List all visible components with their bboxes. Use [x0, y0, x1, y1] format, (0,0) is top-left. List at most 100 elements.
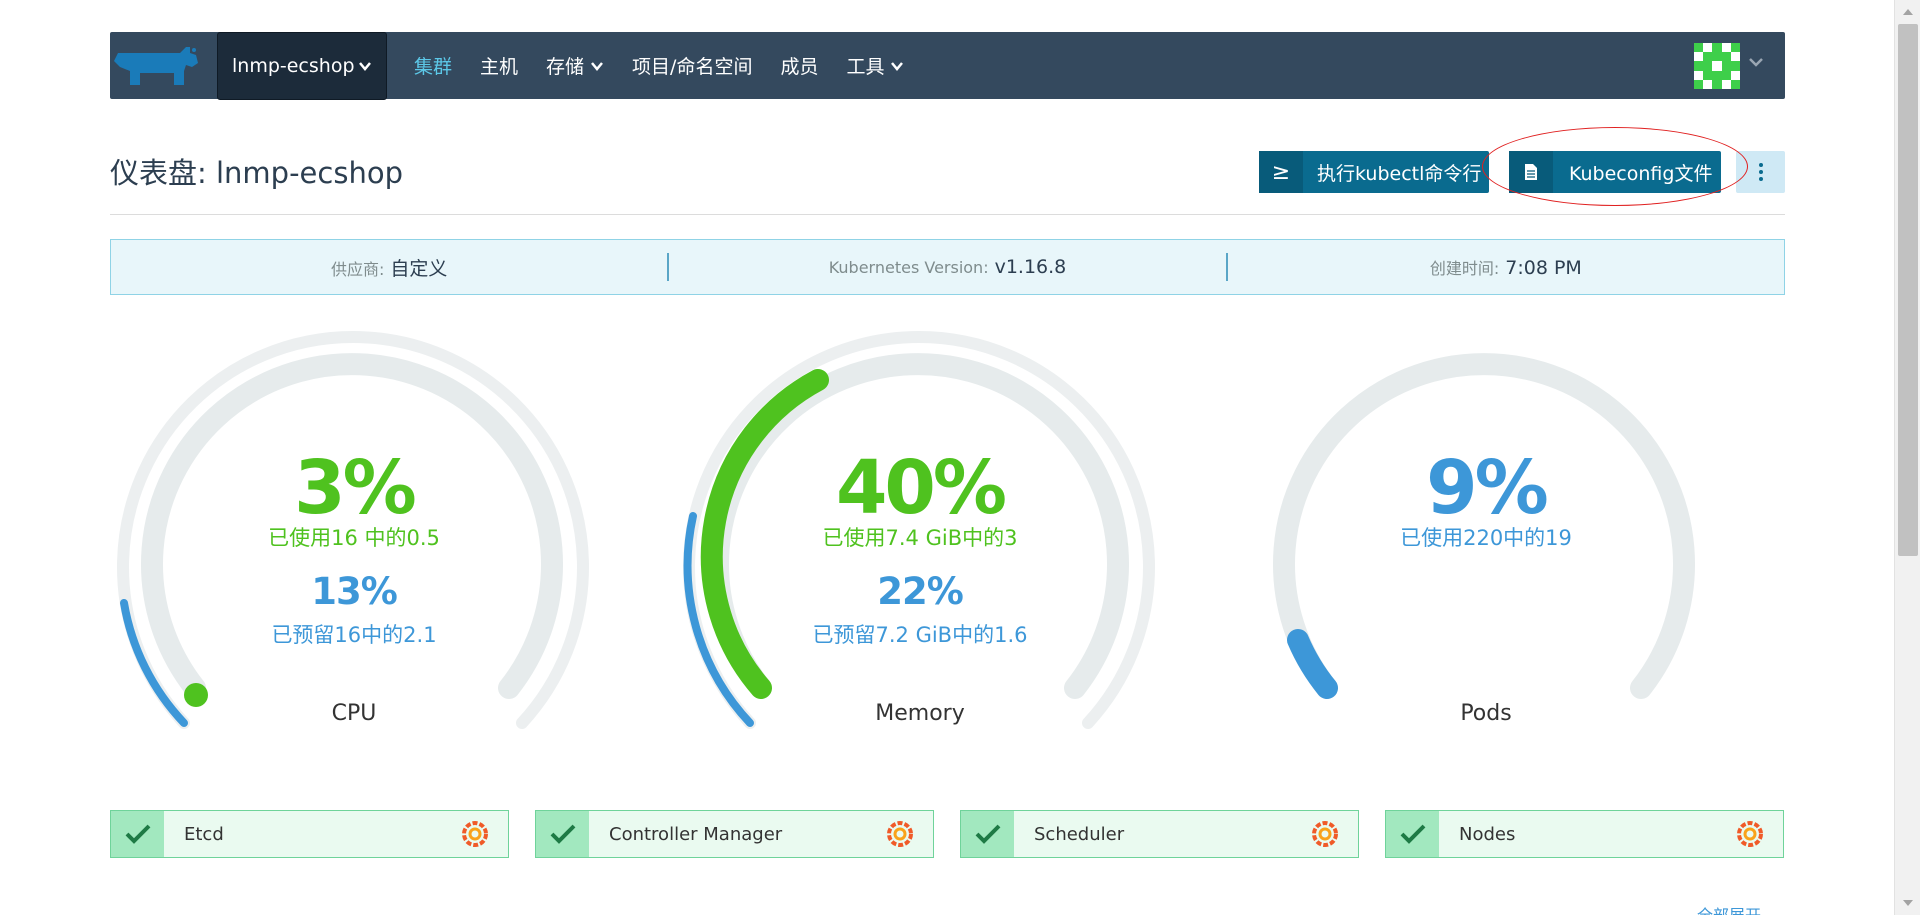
- version-key: Kubernetes Version:: [828, 258, 989, 277]
- kubeconfig-file-button[interactable]: Kubeconfig文件: [1509, 151, 1721, 193]
- cpu-gauge: 3% 已使用16 中的0.5 13% 已预留16中的2.1 CPU: [104, 315, 604, 735]
- chevron-down-icon: [891, 61, 904, 71]
- created-key: 创建时间:: [1429, 259, 1500, 278]
- more-actions-button[interactable]: [1736, 151, 1785, 193]
- nav-item-projects[interactable]: 项目/命名空间: [618, 52, 766, 79]
- avatar-cell: [1694, 79, 1704, 89]
- pods-label: Pods: [1460, 701, 1512, 726]
- kebab-icon: [1758, 163, 1763, 181]
- chevron-down-icon[interactable]: [1748, 56, 1764, 68]
- avatar-cell: [1721, 61, 1731, 71]
- kubectl-shell-button[interactable]: ≥ 执行kubectl命令行: [1259, 151, 1489, 193]
- rancher-logo-icon[interactable]: [110, 43, 202, 90]
- avatar-cell: [1721, 70, 1731, 80]
- avatar-cell: [1703, 61, 1713, 71]
- user-avatar[interactable]: [1694, 43, 1740, 89]
- avatar-cell: [1730, 79, 1740, 89]
- avatar-cell: [1712, 43, 1722, 53]
- avatar-cell: [1703, 52, 1713, 62]
- terminal-icon: ≥: [1259, 151, 1303, 193]
- avatar-cell: [1694, 52, 1704, 62]
- memory-label: Memory: [875, 701, 965, 726]
- nav-label: 工具: [846, 56, 885, 78]
- cluster-info-bar: 供应商: 自定义 Kubernetes Version: v1.16.8 创建时间:…: [110, 239, 1785, 295]
- memory-gauge: 40% 已使用7.4 GiB中的3 22% 已预留7.2 GiB中的1.6 Me…: [670, 315, 1170, 735]
- avatar-cell: [1703, 79, 1713, 89]
- kubectl-label: 执行kubectl命令行: [1317, 162, 1482, 185]
- page-title: 仪表盘: lnmp-ecshop: [110, 156, 403, 190]
- component-name: Nodes: [1459, 823, 1516, 845]
- nav-label: 成员: [780, 56, 819, 78]
- avatar-cell: [1694, 43, 1704, 53]
- nav-label: 存储: [546, 56, 585, 78]
- provider-info: 供应商: 自定义: [111, 254, 667, 281]
- cluster-name: lnmp-ecshop: [232, 55, 355, 77]
- avatar-cell: [1721, 79, 1731, 89]
- grafana-icon[interactable]: [460, 819, 490, 849]
- avatar-cell: [1730, 70, 1740, 80]
- pods-used-text: 已使用220中的19: [1400, 526, 1572, 550]
- cpu-label: CPU: [331, 701, 377, 726]
- cpu-reserved-percent: 13%: [311, 570, 398, 613]
- avatar-cell: [1694, 61, 1704, 71]
- nav-menu: 集群 主机 存储 项目/命名空间 成员 工具: [400, 32, 918, 99]
- avatar-cell: [1721, 43, 1731, 53]
- check-icon: [1386, 811, 1439, 857]
- created-info: 创建时间: 7:08 PM: [1228, 255, 1784, 279]
- nav-item-storage[interactable]: 存储: [532, 52, 618, 79]
- kubeconfig-label: Kubeconfig文件: [1569, 162, 1713, 185]
- scroll-up-arrow-icon[interactable]: [1900, 6, 1916, 18]
- avatar-cell: [1730, 52, 1740, 62]
- avatar-cell: [1712, 79, 1722, 89]
- provider-value: 自定义: [390, 257, 448, 280]
- cluster-selector[interactable]: lnmp-ecshop: [217, 32, 387, 100]
- avatar-cell: [1712, 52, 1722, 62]
- grafana-icon[interactable]: [885, 819, 915, 849]
- provider-key: 供应商:: [330, 259, 385, 279]
- file-icon: [1509, 151, 1553, 193]
- avatar-cell: [1721, 52, 1731, 62]
- nav-label: 项目/命名空间: [632, 56, 753, 78]
- memory-reserved-percent: 22%: [877, 570, 964, 613]
- scroll-down-arrow-icon[interactable]: [1900, 897, 1916, 909]
- component-name: Scheduler: [1034, 823, 1125, 845]
- component-status-nodes[interactable]: Nodes: [1385, 810, 1784, 858]
- avatar-cell: [1712, 70, 1722, 80]
- pods-gauge: 9% 已使用220中的19 Pods: [1236, 315, 1736, 735]
- version-value: v1.16.8: [994, 256, 1067, 278]
- divider: [110, 214, 1785, 215]
- memory-reserved-text: 已预留7.2 GiB中的1.6: [812, 623, 1028, 647]
- component-name: Controller Manager: [609, 823, 783, 845]
- chevron-down-icon: [591, 61, 604, 71]
- cpu-used-text: 已使用16 中的0.5: [268, 526, 440, 550]
- check-icon: [961, 811, 1014, 857]
- chevron-down-icon: [359, 62, 371, 71]
- avatar-cell: [1712, 61, 1722, 71]
- component-name: Etcd: [184, 823, 224, 845]
- nav-label: 集群: [414, 56, 453, 78]
- expand-all-link[interactable]: 全部展开: [1697, 902, 1761, 915]
- nav-item-hosts[interactable]: 主机: [466, 52, 532, 79]
- created-value: 7:08 PM: [1505, 257, 1582, 279]
- avatar-cell: [1694, 70, 1704, 80]
- component-status-scheduler[interactable]: Scheduler: [960, 810, 1359, 858]
- component-status-etcd[interactable]: Etcd: [110, 810, 509, 858]
- grafana-icon[interactable]: [1310, 819, 1340, 849]
- component-status-controller-manager[interactable]: Controller Manager: [535, 810, 934, 858]
- avatar-cell: [1730, 61, 1740, 71]
- nav-item-cluster[interactable]: 集群: [400, 52, 466, 79]
- nav-item-members[interactable]: 成员: [766, 52, 832, 79]
- memory-used-text: 已使用7.4 GiB中的3: [822, 526, 1018, 550]
- check-icon: [536, 811, 589, 857]
- avatar-cell: [1703, 43, 1713, 53]
- grafana-icon[interactable]: [1735, 819, 1765, 849]
- version-info: Kubernetes Version: v1.16.8: [669, 256, 1225, 278]
- nav-label: 主机: [480, 56, 519, 78]
- memory-used-percent: 40%: [835, 445, 1007, 531]
- avatar-cell: [1730, 43, 1740, 53]
- cpu-reserved-text: 已预留16中的2.1: [271, 623, 437, 647]
- check-icon: [111, 811, 164, 857]
- scrollbar-thumb[interactable]: [1898, 24, 1918, 556]
- avatar-cell: [1703, 70, 1713, 80]
- nav-item-tools[interactable]: 工具: [832, 52, 918, 79]
